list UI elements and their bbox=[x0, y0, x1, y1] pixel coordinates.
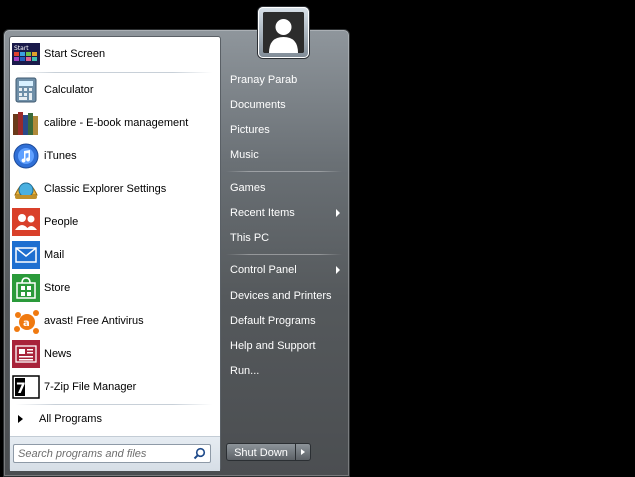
right-item-control-panel[interactable]: Control Panel bbox=[230, 260, 342, 280]
program-label: calibre - E-book management bbox=[44, 117, 189, 129]
program-start-screen[interactable]: Start Start Screen bbox=[10, 39, 220, 69]
svg-text:7z: 7z bbox=[16, 381, 34, 397]
right-item-recent-items[interactable]: Recent Items bbox=[230, 203, 342, 223]
chevron-right-icon bbox=[336, 209, 340, 217]
right-item-games[interactable]: Games bbox=[230, 178, 342, 198]
program-label: 7-Zip File Manager bbox=[44, 381, 137, 393]
program-calculator[interactable]: Calculator bbox=[10, 75, 220, 105]
chevron-right-icon bbox=[336, 266, 340, 274]
7zip-icon: 7z bbox=[12, 373, 40, 401]
program-label: Store bbox=[44, 282, 71, 294]
control-panel-label: Control Panel bbox=[230, 264, 297, 276]
program-label: Calculator bbox=[44, 84, 94, 96]
mail-icon bbox=[12, 241, 40, 269]
search-area bbox=[10, 436, 220, 471]
calculator-icon bbox=[12, 76, 40, 104]
svg-text:a: a bbox=[23, 318, 30, 329]
right-item-user[interactable]: Pranay Parab bbox=[230, 70, 342, 90]
program-itunes[interactable]: iTunes bbox=[10, 141, 220, 171]
right-item-default-programs[interactable]: Default Programs bbox=[230, 311, 342, 331]
program-avast[interactable]: a avast! Free Antivirus bbox=[10, 306, 220, 336]
program-news[interactable]: News bbox=[10, 339, 220, 369]
store-icon bbox=[12, 274, 40, 302]
triangle-right-icon bbox=[18, 415, 23, 423]
separator bbox=[226, 254, 342, 255]
program-label: People bbox=[44, 216, 79, 228]
shut-down-options-button[interactable] bbox=[295, 443, 311, 461]
search-input[interactable] bbox=[18, 446, 188, 461]
right-item-music[interactable]: Music bbox=[230, 145, 342, 165]
program-label: avast! Free Antivirus bbox=[44, 315, 144, 327]
itunes-icon bbox=[12, 142, 40, 170]
search-box bbox=[13, 444, 211, 463]
program-calibre[interactable]: calibre - E-book management bbox=[10, 108, 220, 138]
all-programs-label: All Programs bbox=[39, 413, 102, 425]
search-icon[interactable] bbox=[193, 447, 206, 460]
user-picture[interactable] bbox=[258, 7, 309, 58]
user-avatar-icon bbox=[263, 12, 304, 53]
right-item-help-support[interactable]: Help and Support bbox=[230, 336, 342, 356]
separator bbox=[16, 404, 212, 405]
right-item-documents[interactable]: Documents bbox=[230, 95, 342, 115]
separator bbox=[16, 72, 212, 73]
program-label: iTunes bbox=[44, 150, 77, 162]
program-classic-explorer-settings[interactable]: Classic Explorer Settings bbox=[10, 174, 220, 204]
shut-down-button[interactable]: Shut Down bbox=[226, 443, 296, 461]
program-label: Start Screen bbox=[44, 48, 106, 60]
right-item-this-pc[interactable]: This PC bbox=[230, 228, 342, 248]
program-label: News bbox=[44, 348, 72, 360]
separator bbox=[226, 171, 342, 172]
program-mail[interactable]: Mail bbox=[10, 240, 220, 270]
program-label: Mail bbox=[44, 249, 65, 261]
chevron-right-icon bbox=[301, 449, 305, 455]
right-item-devices-printers[interactable]: Devices and Printers bbox=[230, 286, 342, 306]
calibre-icon bbox=[12, 109, 40, 137]
program-store[interactable]: Store bbox=[10, 273, 220, 303]
news-icon bbox=[12, 340, 40, 368]
avast-icon: a bbox=[12, 307, 40, 335]
recent-items-label: Recent Items bbox=[230, 207, 295, 219]
start-screen-icon: Start bbox=[12, 40, 40, 68]
programs-panel: Start Start Screen Calculator calibre - … bbox=[9, 36, 221, 471]
program-7zip[interactable]: 7z 7-Zip File Manager bbox=[10, 372, 220, 402]
svg-text:Start: Start bbox=[14, 45, 29, 52]
all-programs-button[interactable]: All Programs bbox=[10, 408, 220, 430]
program-label: Classic Explorer Settings bbox=[44, 183, 167, 195]
right-item-run[interactable]: Run... bbox=[230, 361, 342, 381]
right-item-pictures[interactable]: Pictures bbox=[230, 120, 342, 140]
people-icon bbox=[12, 208, 40, 236]
program-people[interactable]: People bbox=[10, 207, 220, 237]
shell-icon bbox=[12, 175, 40, 203]
